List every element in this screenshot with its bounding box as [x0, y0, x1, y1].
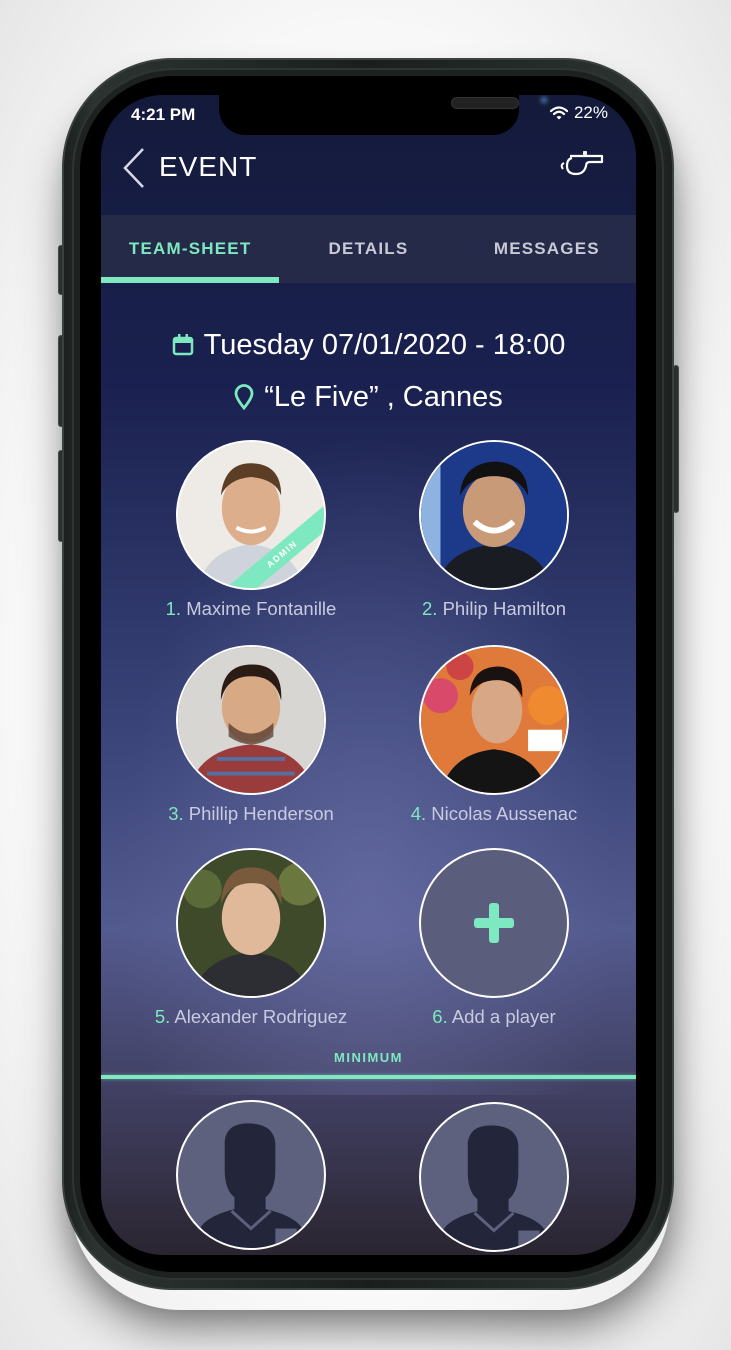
front-camera — [537, 95, 551, 107]
notch — [219, 95, 551, 135]
player-name: 2. Philip Hamilton — [422, 598, 566, 619]
avatar-placeholder[interactable] — [176, 1100, 326, 1250]
empty-slot[interactable] — [136, 1100, 366, 1250]
map-pin-icon — [234, 384, 254, 410]
player-name: 5. Alexander Rodriguez — [154, 1006, 348, 1027]
player-photo — [178, 850, 324, 996]
player-name: 3. Phillip Henderson — [168, 803, 334, 824]
user-silhouette-icon — [440, 1125, 548, 1250]
speaker-grille — [451, 97, 519, 109]
tab-details[interactable]: DETAILS — [279, 215, 457, 283]
tab-team-sheet[interactable]: TEAM-SHEET — [101, 215, 280, 283]
status-time: 4:21 PM — [131, 105, 196, 124]
avatar[interactable] — [419, 440, 569, 590]
add-player-button[interactable] — [419, 848, 569, 998]
nav-bar: EVENT — [101, 135, 636, 215]
battery-percent: 22% — [573, 103, 608, 122]
minimum-label: MINIMUM — [334, 1050, 403, 1065]
player-card[interactable]: 2. Philip Hamilton — [379, 440, 609, 620]
player-photo — [421, 442, 567, 588]
calendar-icon — [172, 334, 193, 356]
tab-messages[interactable]: MESSAGES — [458, 215, 636, 283]
player-photo — [421, 647, 567, 793]
chevron-left-icon[interactable] — [121, 147, 151, 189]
player-card[interactable]: 3. Phillip Henderson — [136, 645, 366, 825]
event-datetime-row: Tuesday 07/01/2020 - 18:00 — [101, 323, 636, 367]
whistle-icon[interactable] — [556, 150, 606, 178]
avatar[interactable] — [419, 645, 569, 795]
player-card[interactable]: 4. Nicolas Aussenac — [379, 645, 609, 825]
player-card[interactable]: 5. Alexander Rodriguez — [136, 848, 366, 1028]
event-location: “Le Five” , Cannes — [264, 380, 503, 413]
event-info: Tuesday 07/01/2020 - 18:00 “Le Five” , C… — [101, 323, 636, 419]
player-photo — [178, 647, 324, 793]
status-indicators: 22% — [549, 103, 608, 123]
event-location-row: “Le Five” , Cannes — [101, 375, 636, 419]
avatar[interactable] — [176, 645, 326, 795]
player-name: 1. Maxime Fontanille — [165, 598, 337, 619]
add-player-card[interactable]: 6. Add a player — [379, 848, 609, 1028]
avatar[interactable]: ADMIN — [176, 440, 326, 590]
minimum-divider — [101, 1075, 636, 1079]
page-title: EVENT — [159, 151, 258, 182]
avatar-placeholder[interactable] — [419, 1102, 569, 1252]
avatar[interactable] — [176, 848, 326, 998]
plus-icon — [474, 903, 514, 943]
tab-bar: TEAM-SHEET DETAILS MESSAGES — [101, 215, 636, 283]
empty-slot[interactable] — [379, 1102, 609, 1252]
player-card[interactable]: ADMIN 1. Maxime Fontanille — [136, 440, 366, 620]
user-silhouette-icon — [197, 1123, 305, 1248]
player-name: 6. Add a player — [432, 1006, 556, 1027]
wifi-icon — [549, 106, 568, 120]
app-screen: 4:21 PM 22% EVENT TEAM-SHEET DETAILS MES… — [101, 95, 636, 1255]
event-datetime: Tuesday 07/01/2020 - 18:00 — [203, 328, 566, 361]
player-name: 4. Nicolas Aussenac — [410, 803, 578, 824]
